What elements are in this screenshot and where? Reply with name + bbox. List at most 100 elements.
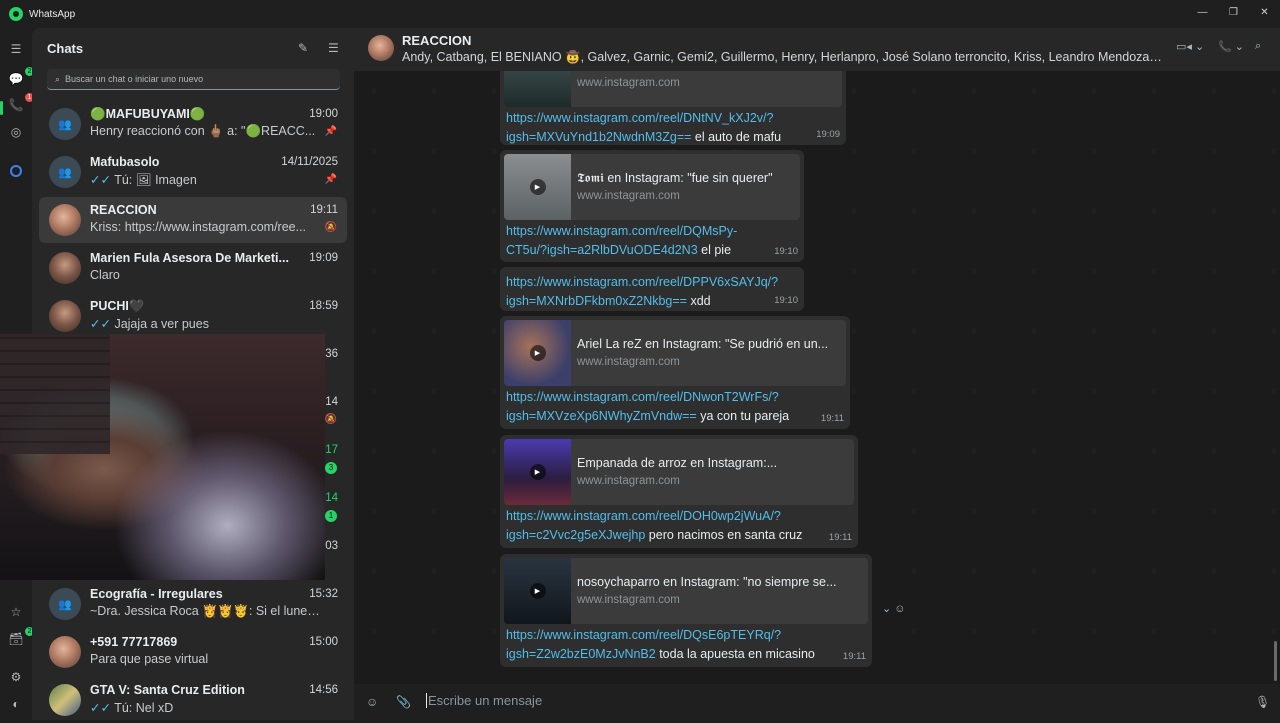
message-composer: ☺ 📎 Escribe un mensaje 🎙 xyxy=(354,684,1280,720)
emoji-icon[interactable]: ☺ xyxy=(366,695,378,709)
chat-preview: Kriss: https://www.instagram.com/ree... xyxy=(90,220,307,234)
message-caption: xdd xyxy=(686,294,711,308)
muted-icon: 🔕 xyxy=(324,414,337,425)
link-preview-card[interactable]: ▶ Empanada de arroz en Instagram:... www… xyxy=(504,439,854,505)
chat-preview-text: Tú: 🖼 Imagen xyxy=(114,173,197,187)
message-text: https://www.instagram.com/reel/DPPV6xSAY… xyxy=(504,271,800,311)
video-call-icon[interactable]: ▭◂ ⌄ xyxy=(1176,40,1204,53)
settings-icon[interactable]: ⚙ xyxy=(7,668,25,686)
card-domain: www.instagram.com xyxy=(577,356,680,368)
chat-item-puchi[interactable]: PUCHI🖤 18:59 ✓✓ Jajaja a ver pues xyxy=(39,293,347,339)
chat-preview: Para que pase virtual xyxy=(90,652,209,666)
message-caption: toda la apuesta en micasino xyxy=(655,647,815,661)
close-button[interactable]: ✕ xyxy=(1249,0,1280,24)
message-link[interactable]: https://www.instagram.com/reel/DPPV6xSAY… xyxy=(506,275,778,308)
message-bubble[interactable]: ▶ Ariel La reZ en Instagram: "Se pudrió … xyxy=(500,316,850,429)
attach-icon[interactable]: 📎 xyxy=(396,695,411,709)
chat-item-mafubuyami[interactable]: 👥 🟢MAFUBUYAMI🟢 19:00 Henry reaccionó con… xyxy=(39,101,347,147)
chevron-down-icon[interactable]: ⌄ xyxy=(882,603,891,615)
link-preview-card[interactable]: ▶ nosoychaparro en Instagram: "no siempr… xyxy=(504,558,868,624)
message-bubble[interactable]: ▶ Empanada de arroz en Instagram:... www… xyxy=(500,435,858,548)
chat-time: 19:00 xyxy=(309,108,338,120)
video-thumbnail: ▶ xyxy=(504,154,571,220)
chat-time: 15:00 xyxy=(309,636,338,648)
window-controls: — ❐ ✕ xyxy=(1187,0,1280,24)
message-caption: ya con tu pareja xyxy=(696,409,790,423)
chat-item-ecografia[interactable]: 👥 Ecografía - Irregulares 15:32 ~Dra. Je… xyxy=(39,581,347,627)
search-placeholder: Buscar un chat o iniciar uno nuevo xyxy=(65,74,204,84)
message-input[interactable]: Escribe un mensaje xyxy=(426,693,542,708)
video-thumbnail: ▶ xyxy=(504,558,571,624)
message-bubble[interactable]: www.instagram.com https://www.instagram.… xyxy=(500,71,846,145)
active-indicator xyxy=(0,101,3,115)
meta-ai-icon[interactable] xyxy=(7,162,25,180)
message-bubble[interactable]: ▶ nosoychaparro en Instagram: "no siempr… xyxy=(500,554,872,667)
archived-icon[interactable]: 🗃 2 xyxy=(7,627,34,648)
card-title: Ariel La reZ en Instagram: "Se pudrió en… xyxy=(577,337,829,351)
message-time: 19:11 xyxy=(828,532,852,543)
voice-call-icon[interactable]: 📞 ⌄ xyxy=(1218,40,1244,53)
maximize-button[interactable]: ❐ xyxy=(1218,0,1249,24)
status-icon[interactable]: ◎ xyxy=(7,123,25,141)
avatar xyxy=(49,684,81,716)
chat-time: 19:11 xyxy=(310,204,338,216)
message-text: https://www.instagram.com/reel/DNwonT2Wr… xyxy=(504,386,846,426)
chat-time: 17 xyxy=(325,444,338,456)
chat-item-gta[interactable]: GTA V: Santa Cruz Edition 14:56 ✓✓ Tú: N… xyxy=(39,677,347,723)
chat-time: 19:09 xyxy=(309,252,338,264)
chat-time: 15:32 xyxy=(309,588,338,600)
new-chat-icon[interactable]: ✎ xyxy=(298,41,308,55)
message-bubble[interactable]: https://www.instagram.com/reel/DPPV6xSAY… xyxy=(500,267,804,311)
chat-header[interactable]: REACCION Andy, Catbang, El BENIANO 🤠, Ga… xyxy=(354,28,1280,71)
message-time: 19:11 xyxy=(842,651,866,662)
chat-item-marien[interactable]: Marien Fula Asesora De Marketi... 19:09 … xyxy=(39,245,347,291)
card-title: 𝕿𝖔𝖒𝖎 en Instagram: "fue sin querer" xyxy=(577,171,773,185)
react-emoji-icon[interactable]: ☺ xyxy=(894,603,905,615)
card-domain: www.instagram.com xyxy=(577,594,680,606)
profile-icon[interactable]: ◐ xyxy=(7,695,25,713)
app-title: WhatsApp xyxy=(29,8,76,20)
chat-name: REACCION xyxy=(90,203,157,217)
message-caption: el pie xyxy=(697,243,732,257)
card-domain: www.instagram.com xyxy=(577,475,680,487)
video-thumbnail: ▶ xyxy=(504,439,571,505)
minimize-button[interactable]: — xyxy=(1187,0,1218,24)
chat-item-reaccion[interactable]: REACCION 19:11 Kriss: https://www.instag… xyxy=(39,197,347,243)
play-icon: ▶ xyxy=(529,464,546,480)
avatar xyxy=(49,636,81,668)
title-bar: WhatsApp — ❐ ✕ xyxy=(0,0,1280,28)
group-avatar-icon: 👥 xyxy=(49,588,81,620)
link-preview-card[interactable]: ▶ Ariel La reZ en Instagram: "Se pudrió … xyxy=(504,320,846,386)
link-preview-card[interactable]: www.instagram.com xyxy=(504,71,842,107)
unread-badge: 3 xyxy=(325,462,337,474)
message-time: 19:09 xyxy=(816,129,840,140)
chats-icon[interactable]: 💬 2 xyxy=(7,67,34,88)
group-avatar-icon: 👥 xyxy=(49,156,81,188)
chat-item-phone[interactable]: +591 77717869 15:00 Para que pase virtua… xyxy=(39,629,347,675)
message-time: 19:10 xyxy=(774,295,798,306)
menu-icon[interactable]: ☰ xyxy=(7,40,25,58)
chat-time: 03 xyxy=(325,540,338,552)
link-preview-card[interactable]: ▶ 𝕿𝖔𝖒𝖎 en Instagram: "fue sin querer" ww… xyxy=(504,154,800,220)
filter-icon[interactable]: ☰ xyxy=(328,41,339,55)
microphone-icon[interactable]: 🎙 xyxy=(1255,695,1270,709)
card-domain: www.instagram.com xyxy=(577,77,680,89)
chats-title: Chats xyxy=(47,41,84,56)
starred-icon[interactable]: ☆ xyxy=(7,603,25,621)
chat-name: Marien Fula Asesora De Marketi... xyxy=(90,251,289,265)
chat-preview: Henry reaccionó con 🖕🏽 a: "🟢REACC... xyxy=(90,124,316,138)
chat-time: 36 xyxy=(325,348,338,360)
group-avatar[interactable] xyxy=(368,35,394,61)
search-input[interactable]: ⌕ Buscar un chat o iniciar uno nuevo xyxy=(47,69,340,90)
video-thumbnail: ▶ xyxy=(504,320,571,386)
calls-icon[interactable]: 📞 1 xyxy=(7,93,34,114)
chat-name: Ecografía - Irregulares xyxy=(90,587,223,601)
chat-preview-text: Tú: Nel xD xyxy=(114,701,174,715)
message-area[interactable]: www.instagram.com https://www.instagram.… xyxy=(354,71,1280,684)
scrollbar[interactable] xyxy=(1274,641,1277,681)
pin-icon: 📌 xyxy=(324,174,337,185)
search-icon[interactable]: ⌕ xyxy=(1255,40,1261,53)
message-bubble[interactable]: ▶ 𝕿𝖔𝖒𝖎 en Instagram: "fue sin querer" ww… xyxy=(500,150,804,262)
chat-item-mafubasolo[interactable]: 👥 Mafubasolo 14/11/2025 ✓✓ Tú: 🖼 Imagen … xyxy=(39,149,347,195)
chat-time: 14/11/2025 xyxy=(281,156,338,168)
